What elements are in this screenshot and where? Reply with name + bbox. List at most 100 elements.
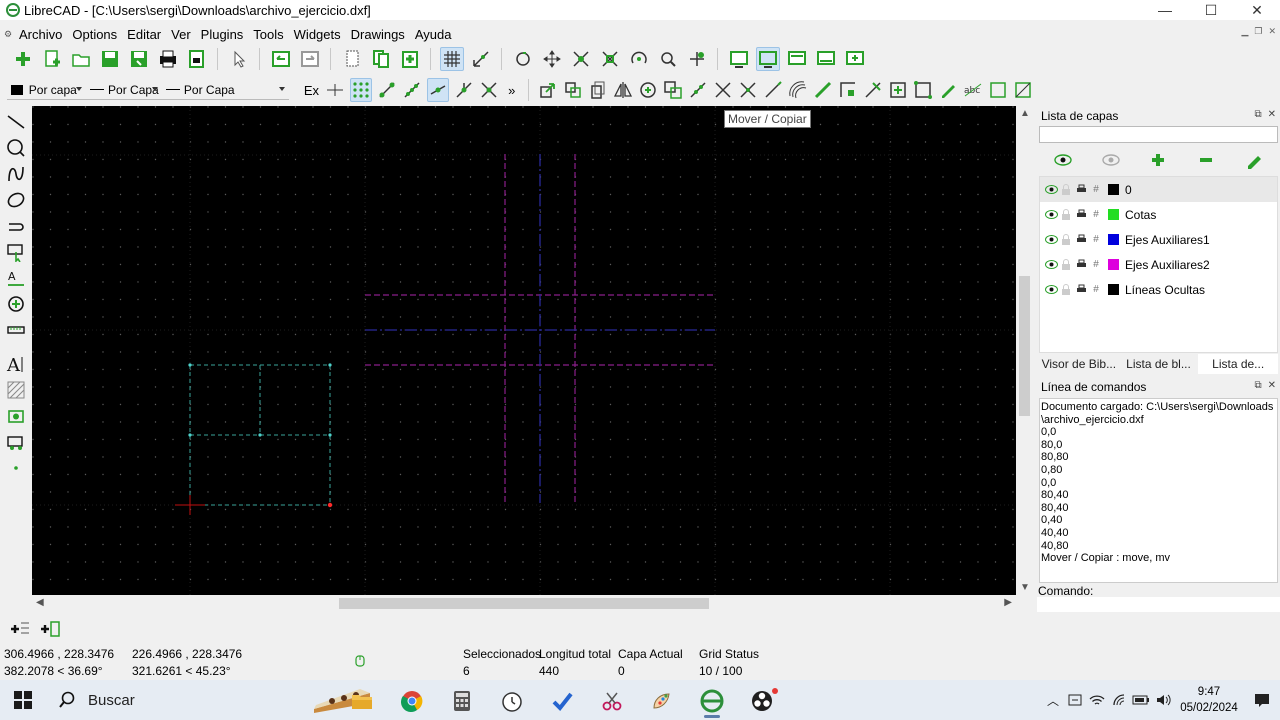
eye-icon[interactable] <box>1044 208 1058 222</box>
snap-on-entity-icon[interactable] <box>402 78 422 102</box>
close-dock-icon[interactable]: ✕ <box>1268 109 1276 120</box>
stretch-icon[interactable] <box>838 78 858 102</box>
grid-toggle-icon[interactable] <box>439 47 464 71</box>
lengthen-icon[interactable] <box>763 78 783 102</box>
eye-icon[interactable] <box>1044 183 1058 197</box>
mirror-icon[interactable] <box>613 78 633 102</box>
edit-layer-icon[interactable] <box>1243 150 1265 170</box>
lock-icon[interactable] <box>1059 258 1073 272</box>
view-toggle-2-icon[interactable] <box>755 47 780 71</box>
line-tool-icon[interactable] <box>4 110 28 134</box>
print-preview-icon[interactable] <box>185 47 209 71</box>
layer-row[interactable]: # Ejes Auxiliares1 <box>1040 227 1277 252</box>
image-tool-icon[interactable] <box>4 404 28 428</box>
print-icon[interactable] <box>1074 233 1088 247</box>
rotate-icon[interactable] <box>563 78 583 102</box>
add-drawing-list-icon[interactable] <box>38 618 62 640</box>
hide-all-layers-icon[interactable] <box>1100 150 1122 170</box>
save-as-icon[interactable] <box>127 47 151 71</box>
battery-icon[interactable] <box>1130 689 1152 711</box>
snap-center-icon[interactable] <box>426 78 449 102</box>
mdi-minimize-icon[interactable]: ▁ <box>1241 26 1248 37</box>
librecad-taskbar-icon[interactable] <box>692 684 732 718</box>
clock-app-taskbar-icon[interactable] <box>492 684 532 718</box>
tab-layer-list[interactable]: Lista de... <box>1198 354 1279 374</box>
rotate-two-icon[interactable] <box>663 78 683 102</box>
close-button[interactable]: ✕ <box>1234 0 1280 20</box>
tab-library-browser[interactable]: Visor de Bib... <box>1039 354 1119 374</box>
explode-text-icon[interactable] <box>913 78 933 102</box>
add-layer-icon[interactable] <box>1147 150 1169 170</box>
attributes-icon[interactable] <box>938 78 958 102</box>
circle-tool-icon[interactable] <box>4 136 28 160</box>
scroll-left-icon[interactable]: ◀ <box>36 597 44 608</box>
menu-editar[interactable]: Editar <box>122 27 166 42</box>
pen-linetype-combo[interactable]: Por Capa <box>86 80 162 100</box>
layer-row[interactable]: # Ejes Auxiliares2 <box>1040 252 1277 277</box>
snipping-tool-taskbar-icon[interactable] <box>592 684 632 718</box>
new-file-icon[interactable] <box>11 47 35 71</box>
remove-layer-icon[interactable] <box>1195 150 1217 170</box>
ellipse-tool-icon[interactable] <box>4 188 28 212</box>
block-tool-icon[interactable] <box>4 430 28 454</box>
paste-icon[interactable] <box>398 47 422 71</box>
menu-widgets[interactable]: Widgets <box>289 27 346 42</box>
lock-icon[interactable] <box>1059 283 1073 297</box>
menu-tools[interactable]: Tools <box>248 27 288 42</box>
add-drawing-icon[interactable] <box>8 618 32 640</box>
divide-icon[interactable] <box>813 78 833 102</box>
snap-endpoint-icon[interactable] <box>377 78 397 102</box>
snap-intersection-icon[interactable] <box>479 78 499 102</box>
view-toggle-1-icon[interactable] <box>727 47 751 71</box>
undo-icon[interactable] <box>269 47 293 71</box>
delete-selection-icon[interactable] <box>1013 78 1033 102</box>
construction-icon[interactable]: # <box>1089 208 1103 222</box>
menu-ver[interactable]: Ver <box>166 27 196 42</box>
mdi-close-icon[interactable]: ✕ <box>1268 26 1276 37</box>
minimize-button[interactable]: — <box>1142 0 1188 20</box>
trim-icon[interactable] <box>713 78 733 102</box>
edit-text-icon[interactable]: abc <box>963 78 983 102</box>
canvas-horizontal-scrollbar[interactable]: ◀ ▶ <box>32 595 1016 612</box>
select-tool-icon[interactable] <box>4 240 28 264</box>
menu-drawings[interactable]: Drawings <box>346 27 410 42</box>
measure-tool-icon[interactable] <box>4 318 28 342</box>
eye-icon[interactable] <box>1044 258 1058 272</box>
print-icon[interactable] <box>1074 208 1088 222</box>
windows-start-button[interactable] <box>0 680 46 720</box>
redo-icon[interactable] <box>298 47 322 71</box>
zoom-out-icon[interactable] <box>685 47 709 71</box>
obs-taskbar-icon[interactable] <box>742 684 782 718</box>
print-icon[interactable] <box>1074 283 1088 297</box>
zoom-in-icon[interactable] <box>656 47 680 71</box>
vertical-scroll-thumb[interactable] <box>1019 276 1030 416</box>
close-dock-icon[interactable]: ✕ <box>1268 380 1276 391</box>
tray-app-icon[interactable] <box>1064 689 1086 711</box>
drawing-canvas[interactable] <box>32 106 1016 595</box>
todo-taskbar-icon[interactable] <box>542 684 582 718</box>
horizontal-scroll-thumb[interactable] <box>339 598 709 609</box>
fillet-icon[interactable] <box>863 78 883 102</box>
view-toggle-3-icon[interactable] <box>785 47 809 71</box>
show-all-layers-icon[interactable] <box>1052 150 1074 170</box>
point-tool-icon[interactable] <box>4 456 28 480</box>
float-dock-icon[interactable]: ⧉ <box>1254 109 1261 120</box>
hatch-tool-icon[interactable] <box>4 378 28 402</box>
explode-icon[interactable] <box>888 78 908 102</box>
print-icon[interactable] <box>156 47 180 71</box>
pen-color-combo[interactable]: Por capa <box>6 80 87 100</box>
calculator-taskbar-icon[interactable] <box>442 684 482 718</box>
polyline-tool-icon[interactable] <box>4 214 28 238</box>
snap-more-button[interactable]: » <box>504 78 520 102</box>
lock-icon[interactable] <box>1059 233 1073 247</box>
new-from-template-icon[interactable] <box>40 47 64 71</box>
lock-icon[interactable] <box>1059 208 1073 222</box>
pen-linewidth-combo[interactable]: Por Capa <box>161 80 289 100</box>
redraw-icon[interactable] <box>511 47 535 71</box>
layer-row[interactable]: # Cotas <box>1040 202 1277 227</box>
chrome-taskbar-icon[interactable] <box>392 684 432 718</box>
construction-icon[interactable]: # <box>1089 233 1103 247</box>
zoom-window-icon[interactable] <box>598 47 622 71</box>
menu-ayuda[interactable]: Ayuda <box>410 27 457 42</box>
tab-block-list[interactable]: Lista de bl... <box>1119 354 1199 374</box>
